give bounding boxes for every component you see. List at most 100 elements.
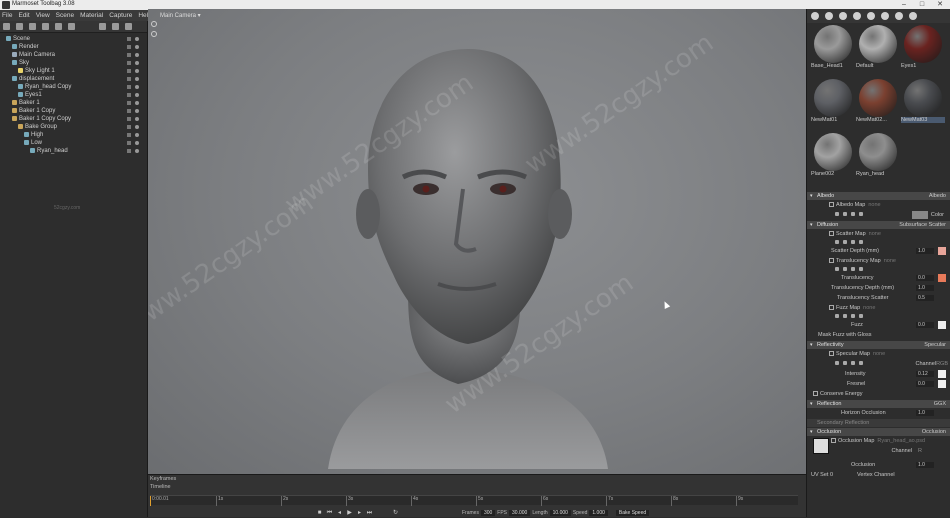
menu-scene[interactable]: Scene (56, 12, 74, 19)
visibility-icon[interactable] (135, 77, 139, 81)
tree-item[interactable]: Baker 1 Copy Copy (0, 115, 147, 123)
scatter-color-swatch[interactable] (938, 247, 946, 255)
tree-item[interactable]: Main Camera (0, 51, 147, 59)
viewport-settings-icon[interactable] (151, 21, 157, 27)
fuzz-color-swatch[interactable] (938, 321, 946, 329)
scatter-map-tools[interactable] (807, 239, 950, 246)
material-swatch[interactable]: Base_Head1 (811, 25, 855, 69)
visibility-icon[interactable] (135, 125, 139, 129)
albedo-color-swatch[interactable] (912, 211, 928, 219)
menu-material[interactable]: Material (80, 12, 103, 19)
tree-item[interactable]: High (0, 131, 147, 139)
reflection-section[interactable]: ▾ Reflection GGX (807, 400, 950, 408)
record-icon[interactable]: ■ (316, 510, 323, 517)
lock-icon[interactable] (127, 69, 131, 73)
speed-field[interactable]: 1.000 (589, 510, 608, 516)
visibility-icon[interactable] (135, 53, 139, 57)
visibility-icon[interactable] (135, 117, 139, 121)
menu-capture[interactable]: Capture (109, 12, 132, 19)
fuzz-map-tools[interactable] (807, 313, 950, 320)
delete-icon[interactable] (125, 23, 132, 30)
duplicate-icon[interactable] (112, 23, 119, 30)
add-baker-icon[interactable] (55, 23, 62, 30)
timeline-ruler[interactable]: 0:00.01 1s 2s 3s 4s 5s 6s 7s 8s 9s (150, 495, 798, 506)
material-swatch[interactable]: Eyes1 (901, 25, 945, 69)
tree-item[interactable]: Bake Group (0, 123, 147, 131)
add-sky-icon[interactable] (68, 23, 75, 30)
lock-icon[interactable] (127, 133, 131, 137)
tree-item[interactable]: displacement (0, 75, 147, 83)
fps-field[interactable]: 30.000 (509, 510, 531, 516)
lock-icon[interactable] (127, 93, 131, 97)
material-swatch[interactable]: Default (856, 25, 900, 69)
bake-speed-button[interactable]: Bake Speed (615, 510, 650, 516)
cleanup-icon[interactable] (839, 12, 847, 20)
lock-icon[interactable] (127, 45, 131, 49)
menu-file[interactable]: File (2, 12, 12, 19)
length-field[interactable]: 10.000 (549, 510, 571, 516)
specular-color-swatch[interactable] (938, 370, 946, 378)
lock-icon[interactable] (127, 77, 131, 81)
tree-item[interactable]: Ryan_head (0, 147, 147, 155)
lock-icon[interactable] (127, 85, 131, 89)
material-swatch[interactable]: NewMat01 (811, 79, 855, 123)
settings-icon[interactable] (909, 12, 917, 20)
material-swatch[interactable]: NewMat03 (901, 79, 945, 123)
lock-icon[interactable] (127, 125, 131, 129)
visibility-icon[interactable] (135, 133, 139, 137)
visibility-icon[interactable] (135, 37, 139, 41)
visibility-icon[interactable] (135, 93, 139, 97)
tree-item[interactable]: Eyes1 (0, 91, 147, 99)
frames-field[interactable]: 300 (480, 510, 496, 516)
lock-icon[interactable] (127, 117, 131, 121)
duplicate-material-icon[interactable] (825, 12, 833, 20)
conserve-energy-row[interactable]: Conserve Energy (807, 389, 950, 399)
visibility-icon[interactable] (135, 101, 139, 105)
diffusion-section[interactable]: ▾ Diffusion Subsurface Scatter (807, 221, 950, 229)
visibility-icon[interactable] (135, 69, 139, 73)
folder-icon[interactable] (99, 23, 106, 30)
occlusion-map-thumbnail[interactable] (813, 438, 829, 454)
lock-icon[interactable] (127, 141, 131, 145)
add-object-icon[interactable] (3, 23, 10, 30)
3d-viewport[interactable]: Main Camera ▾ www.52cgzy.com www.52cgzy.… (148, 9, 806, 474)
add-shadow-catcher-icon[interactable] (42, 23, 49, 30)
play-icon[interactable]: ▶ (346, 510, 353, 517)
viewport-gizmo-icon[interactable] (151, 31, 157, 37)
lock-icon[interactable] (127, 149, 131, 153)
tree-item[interactable]: Render (0, 43, 147, 51)
material-swatch[interactable]: Plane002 (811, 133, 855, 177)
translucency-color-swatch[interactable] (938, 274, 946, 282)
lock-icon[interactable] (127, 101, 131, 105)
material-swatch[interactable]: NewMat02... (856, 79, 900, 123)
menu-edit[interactable]: Edit (18, 12, 29, 19)
visibility-icon[interactable] (135, 141, 139, 145)
lock-icon[interactable] (127, 61, 131, 65)
reflectivity-section[interactable]: ▾ Reflectivity Specular (807, 341, 950, 349)
new-material-icon[interactable] (811, 12, 819, 20)
tree-item[interactable]: Sky (0, 59, 147, 67)
lock-icon[interactable] (127, 53, 131, 57)
albedo-section[interactable]: ▾ Albedo Albedo (807, 192, 950, 200)
visibility-icon[interactable] (135, 109, 139, 113)
loop-icon[interactable]: ↻ (392, 510, 399, 517)
tree-item[interactable]: Sky Light 1 (0, 67, 147, 75)
fresnel-color-swatch[interactable] (938, 380, 946, 388)
tree-item[interactable]: Ryan_head Copy (0, 83, 147, 91)
tree-item[interactable]: Baker 1 Copy (0, 107, 147, 115)
skip-start-icon[interactable]: ⏮ (326, 510, 333, 517)
visibility-icon[interactable] (135, 61, 139, 65)
library-icon[interactable] (895, 12, 903, 20)
export-icon[interactable] (881, 12, 889, 20)
visibility-icon[interactable] (135, 85, 139, 89)
occlusion-section[interactable]: ▾ Occlusion Occlusion (807, 428, 950, 436)
step-forward-icon[interactable]: ▸ (356, 510, 363, 517)
tree-item[interactable]: Scene (0, 35, 147, 43)
tree-item[interactable]: Low (0, 139, 147, 147)
skip-end-icon[interactable]: ⏭ (366, 510, 373, 517)
step-back-icon[interactable]: ◂ (336, 510, 343, 517)
material-swatch[interactable]: Ryan_head (856, 133, 900, 177)
add-light-icon[interactable] (16, 23, 23, 30)
lock-icon[interactable] (127, 109, 131, 113)
visibility-icon[interactable] (135, 149, 139, 153)
